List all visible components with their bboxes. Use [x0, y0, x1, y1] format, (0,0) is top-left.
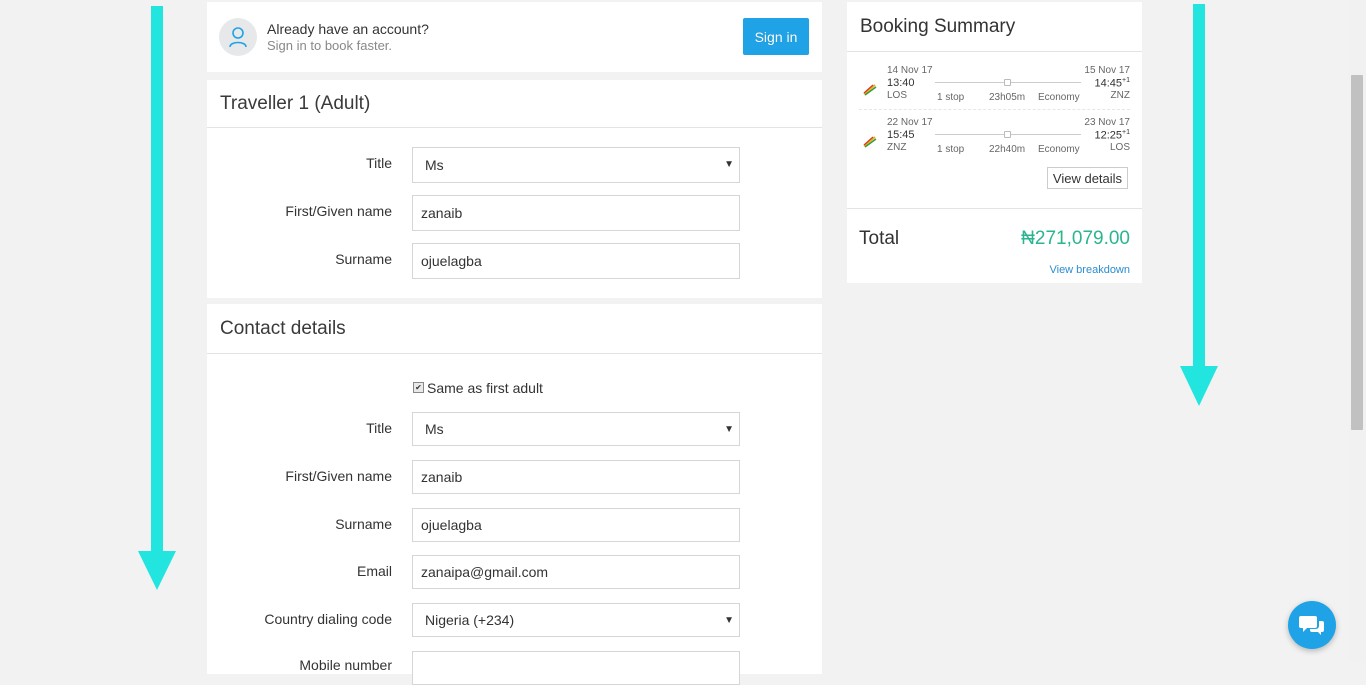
airline-logo-icon: [863, 136, 877, 148]
signin-subtitle: Sign in to book faster.: [267, 38, 393, 53]
right-down-arrow-icon: [1180, 4, 1218, 406]
dial-code-value: Nigeria (+234): [425, 612, 515, 628]
booking-summary-title: Booking Summary: [860, 16, 1016, 37]
view-details-button[interactable]: View details: [1047, 167, 1128, 189]
chat-button[interactable]: [1288, 601, 1336, 649]
flight-duration: 22h40m: [989, 144, 1026, 155]
first-name-label: First/Given name: [285, 203, 392, 219]
flight-leg: 22 Nov 17 15:45 ZNZ 1 stop 22h40m Econom…: [847, 117, 1142, 163]
departure-airport: ZNZ: [887, 142, 907, 153]
email-label: Email: [356, 563, 392, 579]
cabin-class: Economy: [1038, 92, 1080, 103]
day-offset: +1: [1122, 129, 1130, 136]
chevron-down-icon: ▼: [724, 615, 734, 626]
departure-date: 22 Nov 17: [887, 117, 933, 128]
arrival-time: 14:45+1: [1094, 77, 1130, 90]
same-as-first-adult-label[interactable]: Same as first adult: [427, 380, 543, 396]
arrival-time-value: 14:45: [1094, 77, 1123, 90]
airline-logo-icon: [863, 84, 877, 96]
contact-title-value: Ms: [425, 421, 444, 437]
scrollbar-thumb[interactable]: [1351, 75, 1363, 430]
same-as-first-adult-checkbox[interactable]: ✔: [413, 382, 424, 393]
arrival-date: 23 Nov 17: [1084, 117, 1130, 128]
left-down-arrow-icon: [138, 6, 176, 590]
arrival-airport: LOS: [1109, 142, 1130, 153]
mobile-number-input[interactable]: [412, 651, 740, 685]
traveller-first-name-input[interactable]: zanaib: [412, 195, 740, 231]
departure-airport: LOS: [887, 90, 908, 101]
view-breakdown-link[interactable]: View breakdown: [1049, 264, 1130, 276]
title-label: Title: [366, 155, 392, 171]
divider: [207, 127, 822, 128]
divider: [207, 353, 822, 354]
chevron-down-icon: ▼: [724, 159, 734, 170]
contact-heading: Contact details: [220, 318, 346, 339]
traveller-heading: Traveller 1 (Adult): [220, 93, 371, 114]
signin-button[interactable]: Sign in: [743, 18, 809, 55]
dial-code-select[interactable]: Nigeria (+234) ▼: [412, 603, 740, 637]
page-scrollbar[interactable]: [1349, 0, 1366, 662]
contact-title-select[interactable]: Ms ▼: [412, 412, 740, 446]
contact-surname-input[interactable]: ojuelagba: [412, 508, 740, 542]
signin-panel: Already have an account? Sign in to book…: [207, 2, 822, 72]
day-offset: +1: [1122, 77, 1130, 84]
arrival-date: 15 Nov 17: [1084, 65, 1130, 76]
surname-label: Surname: [335, 516, 392, 532]
arrival-airport: ZNZ: [1110, 90, 1130, 101]
departure-date: 14 Nov 17: [887, 65, 933, 76]
arrival-time: 12:25+1: [1094, 129, 1130, 142]
departure-time: 15:45: [887, 129, 915, 141]
total-label: Total: [859, 228, 900, 249]
flight-duration: 23h05m: [989, 92, 1026, 103]
stops-count: 1 stop: [937, 92, 965, 103]
arrival-time-value: 12:25: [1094, 129, 1123, 142]
divider: [847, 208, 1142, 209]
surname-label: Surname: [335, 251, 392, 267]
traveller-title-select[interactable]: Ms ▼: [412, 147, 740, 183]
chevron-down-icon: ▼: [724, 424, 734, 435]
departure-time: 13:40: [887, 77, 915, 89]
traveller-surname-input[interactable]: ojuelagba: [412, 243, 740, 279]
dial-code-label: Country dialing code: [264, 611, 392, 627]
signin-prompt: Already have an account?: [267, 21, 429, 37]
traveller-title-value: Ms: [425, 157, 444, 173]
title-label: Title: [366, 420, 392, 436]
first-name-label: First/Given name: [285, 468, 392, 484]
chat-icon: [1299, 616, 1324, 635]
cabin-class: Economy: [1038, 144, 1080, 155]
stop-marker: [1004, 79, 1011, 86]
user-avatar-icon: [219, 18, 257, 56]
leg-divider: [859, 109, 1130, 111]
contact-email-input[interactable]: zanaipa@gmail.com: [412, 555, 740, 589]
mobile-label: Mobile number: [299, 657, 392, 673]
total-price: ₦271,079.00: [1021, 228, 1130, 249]
stops-count: 1 stop: [937, 144, 965, 155]
booking-summary-panel: Booking Summary 14 Nov 17 13:40 LOS 1 st…: [847, 2, 1142, 283]
contact-panel: Contact details ✔ Same as first adult Ti…: [207, 304, 822, 685]
stop-marker: [1004, 131, 1011, 138]
divider: [847, 51, 1142, 52]
traveller-panel: Traveller 1 (Adult) Title Ms ▼ First/Giv…: [207, 80, 822, 298]
contact-first-name-input[interactable]: zanaib: [412, 460, 740, 494]
flight-leg: 14 Nov 17 13:40 LOS 1 stop 23h05m Econom…: [847, 65, 1142, 111]
